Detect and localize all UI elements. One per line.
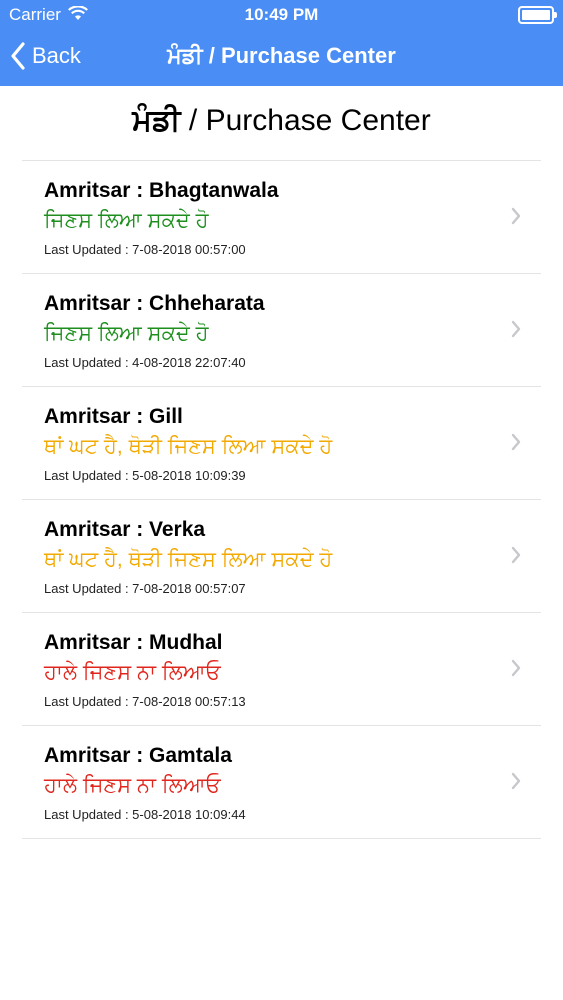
list-item[interactable]: Amritsar : Gill ਥਾਂ ਘਟ ਹੈ, ਥੋੜੀ ਜਿਣਸ ਲਿਆ … <box>22 387 541 500</box>
chevron-right-icon <box>511 659 521 677</box>
page-title: ਮੰਡੀ / Purchase Center <box>0 104 563 138</box>
status-time: 10:49 PM <box>244 5 319 24</box>
chevron-right-icon <box>511 546 521 564</box>
list-item[interactable]: Amritsar : Chheharata ਜਿਣਸ ਲਿਆ ਸਕਦੇ ਹੋ Las… <box>22 274 541 387</box>
center-status: ਜਿਣਸ ਲਿਆ ਸਕਦੇ ਹੋ <box>44 209 209 232</box>
battery-icon <box>518 6 557 24</box>
last-updated: Last Updated : 7-08-2018 00:57:13 <box>44 694 246 709</box>
center-status: ਹਾਲੇ ਜਿਣਸ ਨਾ ਲਿਆਓ <box>44 661 221 684</box>
last-updated: Last Updated : 7-08-2018 00:57:00 <box>44 242 246 257</box>
nav-title: ਮੰਡੀ / Purchase Center <box>167 43 396 68</box>
center-name: Amritsar : Gill <box>44 405 183 428</box>
last-updated: Last Updated : 4-08-2018 22:07:40 <box>44 355 246 370</box>
center-status: ਜਿਣਸ ਲਿਆ ਸਕਦੇ ਹੋ <box>44 322 209 345</box>
center-name: Amritsar : Verka <box>44 518 206 541</box>
page-title-english: / Purchase Center <box>180 104 431 137</box>
chevron-right-icon <box>511 320 521 338</box>
center-status: ਥਾਂ ਘਟ ਹੈ, ਥੋੜੀ ਜਿਣਸ ਲਿਆ ਸਕਦੇ ਹੋ <box>44 435 333 458</box>
page-title-punjabi: ਮੰਡੀ <box>132 104 181 137</box>
last-updated: Last Updated : 5-08-2018 10:09:39 <box>44 468 246 483</box>
chevron-right-icon <box>511 207 521 225</box>
status-bar: Carrier 10:49 PM <box>0 0 563 30</box>
chevron-right-icon <box>511 433 521 451</box>
center-name: Amritsar : Gamtala <box>44 744 232 767</box>
center-name: Amritsar : Chheharata <box>44 292 265 315</box>
center-name: Amritsar : Mudhal <box>44 631 223 654</box>
list-item[interactable]: Amritsar : Verka ਥਾਂ ਘਟ ਹੈ, ਥੋੜੀ ਜਿਣਸ ਲਿਆ… <box>22 500 541 613</box>
purchase-center-list: Amritsar : Bhagtanwala ਜਿਣਸ ਲਿਆ ਸਕਦੇ ਹੋ La… <box>22 160 541 839</box>
center-name: Amritsar : Bhagtanwala <box>44 179 279 202</box>
list-item[interactable]: Amritsar : Mudhal ਹਾਲੇ ਜਿਣਸ ਨਾ ਲਿਆਓ Last U… <box>22 613 541 726</box>
navigation-bar: Carrier 10:49 PM Back ਮੰਡੀ / Purchase Ce… <box>0 0 563 86</box>
list-item[interactable]: Amritsar : Bhagtanwala ਜਿਣਸ ਲਿਆ ਸਕਦੇ ਹੋ La… <box>22 161 541 274</box>
list-item[interactable]: Amritsar : Gamtala ਹਾਲੇ ਜਿਣਸ ਨਾ ਲਿਆਓ Last … <box>22 726 541 839</box>
center-status: ਥਾਂ ਘਟ ਹੈ, ਥੋੜੀ ਜਿਣਸ ਲਿਆ ਸਕਦੇ ਹੋ <box>44 548 333 571</box>
chevron-right-icon <box>511 772 521 790</box>
center-status: ਹਾਲੇ ਜਿਣਸ ਨਾ ਲਿਆਓ <box>44 774 221 797</box>
last-updated: Last Updated : 5-08-2018 10:09:44 <box>44 807 246 822</box>
last-updated: Last Updated : 7-08-2018 00:57:07 <box>44 581 246 596</box>
